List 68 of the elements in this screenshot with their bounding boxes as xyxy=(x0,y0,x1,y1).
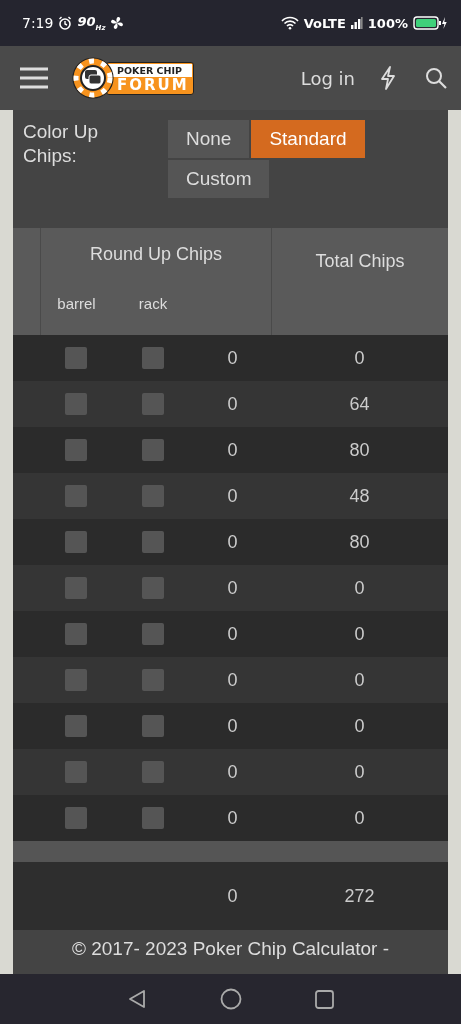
checkbox[interactable] xyxy=(142,761,164,783)
table-cell: 0 xyxy=(227,715,238,737)
checkbox[interactable] xyxy=(142,485,164,507)
checkbox[interactable] xyxy=(142,393,164,415)
table-cell: 0 xyxy=(227,439,238,461)
table-cell: 80 xyxy=(349,439,370,461)
table-cell: 80 xyxy=(349,531,370,553)
refresh-rate: 90$_{Hz}$ xyxy=(77,14,106,32)
table-cell: 0 xyxy=(227,669,238,691)
color-up-option[interactable]: Custom xyxy=(168,160,270,198)
table-cell: 48 xyxy=(349,485,370,507)
table-cell: 0 xyxy=(227,761,238,783)
checkbox[interactable] xyxy=(142,531,164,553)
table-cell: 0 xyxy=(354,623,365,645)
table-cell: 0 xyxy=(227,531,238,553)
table-cell: 0 xyxy=(354,807,365,829)
table-cell: 0 xyxy=(354,577,365,599)
checkbox[interactable] xyxy=(65,761,87,783)
checkbox[interactable] xyxy=(142,347,164,369)
table-cell: 0 xyxy=(227,623,238,645)
search-button[interactable] xyxy=(425,67,447,89)
checkbox[interactable] xyxy=(65,439,87,461)
checkbox[interactable] xyxy=(65,347,87,369)
table-cell: 0 xyxy=(354,669,365,691)
battery-charging-icon xyxy=(413,16,447,30)
table-cell: 0 xyxy=(227,393,238,415)
table-cell: 0 xyxy=(354,715,365,737)
network-label: VoLTE xyxy=(303,15,346,31)
column-subheader: rack xyxy=(137,294,169,314)
checkbox[interactable] xyxy=(142,807,164,829)
column-header: Round Up Chips xyxy=(40,228,271,281)
signal-icon xyxy=(350,17,363,29)
checkbox[interactable] xyxy=(65,531,87,553)
checkbox[interactable] xyxy=(142,623,164,645)
checkbox[interactable] xyxy=(65,715,87,737)
checkbox[interactable] xyxy=(65,669,87,691)
table-cell: 0 xyxy=(227,807,238,829)
total-value: 272 xyxy=(344,885,375,907)
checkbox[interactable] xyxy=(142,577,164,599)
checkbox[interactable] xyxy=(65,807,87,829)
table-cell: 64 xyxy=(349,393,370,415)
wifi-icon xyxy=(280,16,299,30)
table-cell: 0 xyxy=(227,347,238,369)
checkbox[interactable] xyxy=(65,577,87,599)
table-cell: 0 xyxy=(354,761,365,783)
checkbox[interactable] xyxy=(142,439,164,461)
table-cell: 0 xyxy=(354,347,365,369)
checkbox[interactable] xyxy=(65,623,87,645)
back-button[interactable] xyxy=(126,989,147,1009)
lightning-button[interactable] xyxy=(379,66,397,90)
table-cell: 0 xyxy=(227,577,238,599)
battery-percent: 100% xyxy=(367,15,408,31)
login-link[interactable]: Log in xyxy=(300,67,355,89)
checkbox[interactable] xyxy=(142,715,164,737)
alarm-icon xyxy=(58,16,73,30)
color-up-option[interactable]: Standard xyxy=(251,120,365,158)
menu-button[interactable] xyxy=(20,67,48,89)
total-value: 0 xyxy=(227,885,238,907)
checkbox[interactable] xyxy=(65,485,87,507)
color-up-option[interactable]: None xyxy=(168,120,250,158)
checkbox[interactable] xyxy=(65,393,87,415)
color-up-label: Color Up Chips: xyxy=(23,120,99,168)
checkbox[interactable] xyxy=(142,669,164,691)
clock-time: 7:19 xyxy=(22,15,54,31)
recents-button[interactable] xyxy=(315,989,335,1009)
fan-icon xyxy=(110,16,125,30)
table-cell: 0 xyxy=(227,485,238,507)
home-button[interactable] xyxy=(220,988,242,1010)
